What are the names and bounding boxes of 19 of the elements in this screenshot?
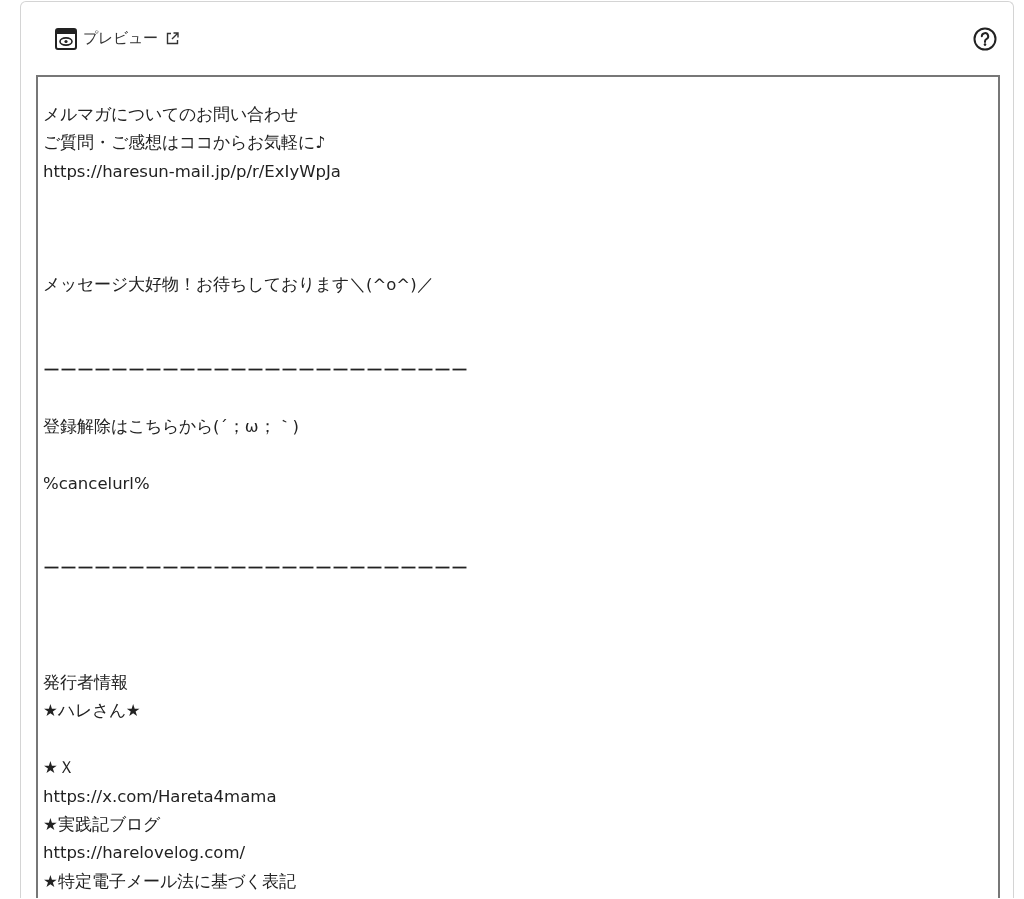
preview-line: ★特定電子メール法に基づく表記: [43, 870, 296, 893]
preview-line: ーーーーーーーーーーーーーーーーーーーーーーーーー: [43, 359, 468, 382]
preview-line: %cancelurl%: [43, 473, 150, 496]
preview-line: メッセージ大好物！お待ちしております＼(^o^)／: [43, 274, 434, 297]
preview-line: https://haresun-mail.jp/p/r/ExIyWpJa: [43, 160, 341, 183]
help-icon[interactable]: [973, 26, 997, 51]
preview-line: ★ハレさん★: [43, 700, 141, 723]
external-link-icon[interactable]: [166, 32, 179, 45]
preview-line: https://x.com/Hareta4mama: [43, 785, 277, 808]
preview-line: 登録解除はこちらから(´；ω；｀): [43, 416, 299, 439]
preview-title: プレビュー: [83, 29, 158, 48]
preview-line: 発行者情報: [43, 671, 128, 694]
eye-icon: [55, 27, 77, 50]
preview-line: メルマガについてのお問い合わせ: [43, 104, 298, 126]
preview-line: https://harelovelog.com/: [43, 842, 246, 865]
preview-line: ーーーーーーーーーーーーーーーーーーーーーーーーー: [43, 558, 468, 581]
preview-line: ご質問・ご感想はココからお気軽に♪: [43, 132, 326, 155]
preview-line: ★実践記ブログ: [43, 813, 160, 836]
preview-line: ★Ｘ: [43, 757, 75, 780]
